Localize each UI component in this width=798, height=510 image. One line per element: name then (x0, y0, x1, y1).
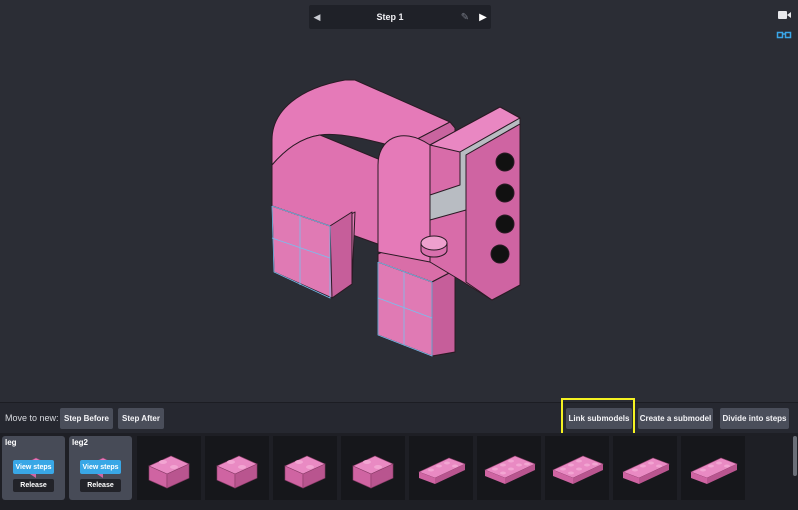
submodel-name: leg2 (72, 438, 89, 447)
edit-pencil-icon[interactable]: ✎ (455, 12, 475, 23)
part-plate-1x4[interactable] (681, 436, 745, 500)
step-after-button[interactable]: Step After (118, 408, 164, 429)
move-to-new-label: Move to new: (5, 413, 59, 423)
view-steps-button[interactable]: View steps (80, 460, 121, 474)
submodel-card-leg2[interactable]: leg2 View steps Release (69, 436, 132, 500)
step-navigator: ◀ Step 1 ✎ ▶ (309, 5, 491, 29)
part-brick-1x2[interactable] (341, 436, 405, 500)
release-button[interactable]: Release (13, 479, 54, 492)
submodel-card-leg[interactable]: leg View steps Release (2, 436, 65, 500)
part-plate-1x4[interactable] (409, 436, 473, 500)
next-step-icon[interactable]: ▶ (475, 12, 491, 23)
step-title: Step 1 (376, 12, 404, 22)
step-before-button[interactable]: Step Before (60, 408, 113, 429)
model-viewport[interactable] (0, 36, 798, 402)
divide-into-steps-button[interactable]: Divide into steps (720, 408, 789, 429)
part-brick-1x2[interactable] (273, 436, 337, 500)
part-plate-1x4[interactable] (613, 436, 677, 500)
parts-strip: leg View steps Release leg2 View steps R… (0, 433, 798, 510)
camera-icon[interactable] (776, 8, 792, 22)
part-plate-2x4[interactable] (477, 436, 541, 500)
previous-step-icon[interactable]: ◀ (309, 12, 325, 23)
part-brick-1x2[interactable] (137, 436, 201, 500)
part-brick-1x2[interactable] (205, 436, 269, 500)
create-submodel-button[interactable]: Create a submodel (638, 408, 713, 429)
elephant-model (271, 79, 521, 357)
release-button[interactable]: Release (80, 479, 121, 492)
parts-scrollbar[interactable] (793, 436, 797, 476)
submodel-name: leg (5, 438, 17, 447)
part-plate-2x4[interactable] (545, 436, 609, 500)
highlight-box (561, 398, 635, 435)
step-toolbar: Move to new: Step Before Step After Link… (0, 402, 798, 434)
view-steps-button[interactable]: View steps (13, 460, 54, 474)
